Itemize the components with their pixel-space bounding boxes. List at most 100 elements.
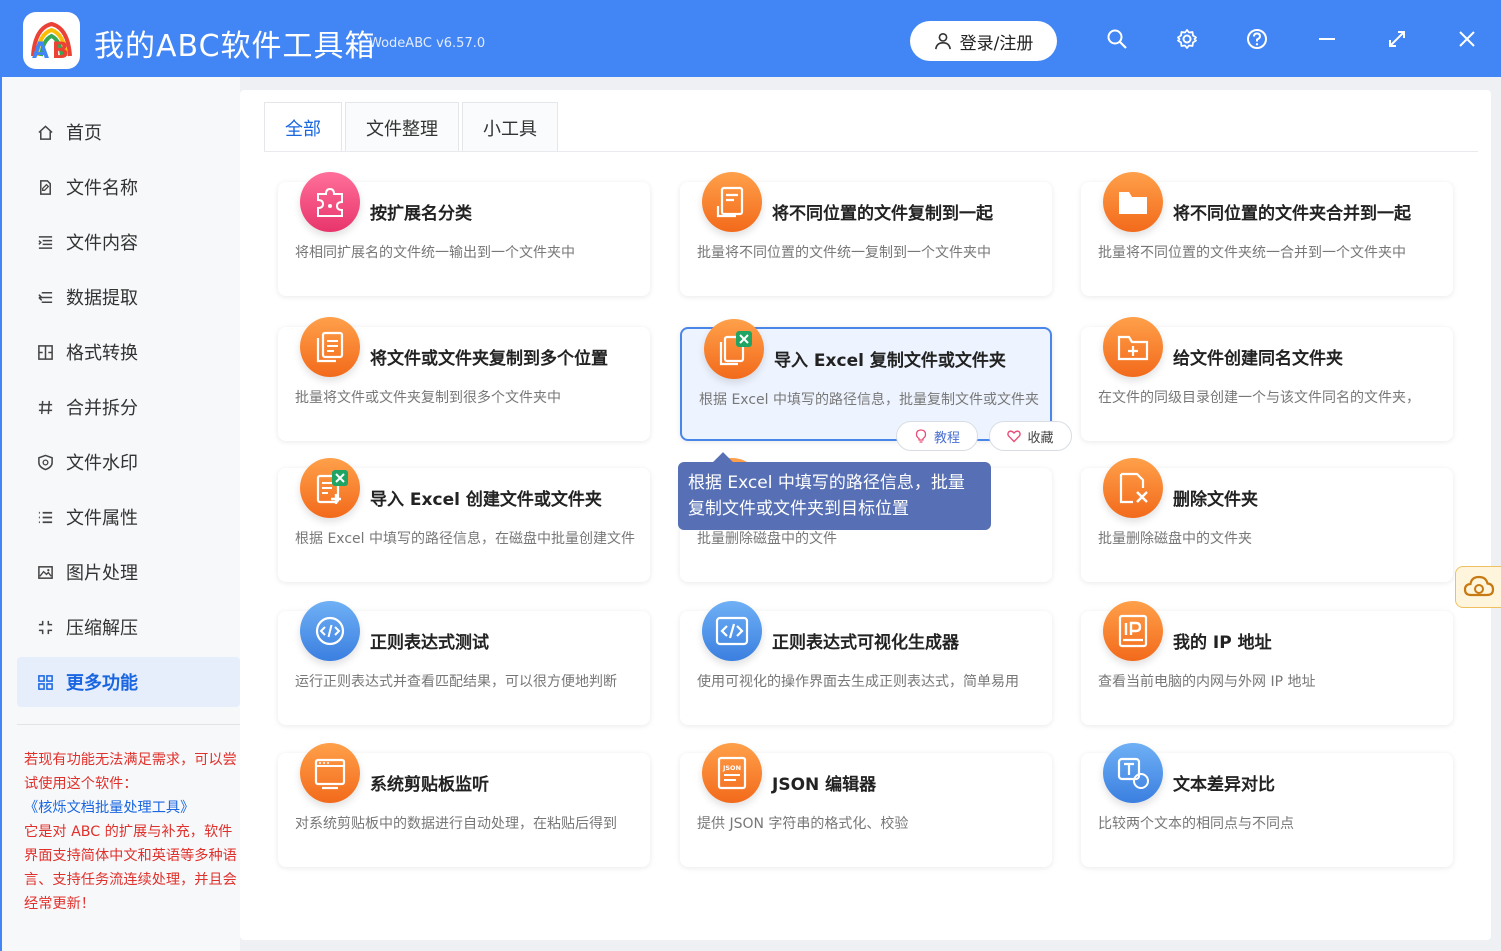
regex-test-icon: [300, 601, 360, 661]
sidebar-item-label: 文件水印: [66, 453, 138, 474]
tool-card[interactable]: 导入 Excel 创建文件或文件夹根据 Excel 中填写的路径信息，在磁盘中批…: [278, 458, 650, 582]
tool-card-title: 系统剪贴板监听: [370, 775, 489, 795]
tool-card[interactable]: 按扩展名分类 将相同扩展名的文件统一输出到一个文件夹中: [278, 172, 650, 296]
sidebar-item-label: 文件名称: [66, 178, 138, 199]
sidebar-item-label: 格式转换: [66, 343, 138, 364]
sidebar-item-label: 图片处理: [66, 563, 138, 584]
search-icon[interactable]: [1104, 26, 1130, 52]
tool-card-title: 将不同位置的文件复制到一起: [772, 204, 993, 224]
tool-card-desc: 批量删除磁盘中的文件夹: [1098, 531, 1252, 547]
tool-card-desc: 批量删除磁盘中的文件: [697, 531, 837, 547]
sidebar-item-home[interactable]: 首页: [17, 107, 240, 157]
image-icon: [35, 562, 55, 582]
tool-card[interactable]: 给文件创建同名文件夹在文件的同级目录创建一个与该文件同名的文件夹，: [1081, 317, 1453, 441]
tab-bar: 全部 文件整理 小工具: [264, 102, 561, 152]
card-tooltip: 根据 Excel 中填写的路径信息，批量复制文件或文件夹到目标位置: [678, 462, 991, 530]
tab-divider: [264, 151, 1478, 152]
promo-line-1: 若现有功能无法满足需求，可以尝试使用这个软件：: [24, 752, 237, 792]
help-icon[interactable]: [1244, 26, 1270, 52]
tool-card-desc: 在文件的同级目录创建一个与该文件同名的文件夹，: [1098, 390, 1420, 406]
tool-card-title: JSON 编辑器: [772, 775, 877, 795]
sidebar-divider: [17, 724, 240, 725]
tool-card-title: 导入 Excel 复制文件或文件夹: [774, 351, 1006, 371]
tab-small-tools[interactable]: 小工具: [462, 102, 558, 152]
tab-file-organize[interactable]: 文件整理: [345, 102, 459, 152]
tool-card[interactable]: 系统剪贴板监听对系统剪贴板中的数据进行自动处理，在粘贴后得到: [278, 743, 650, 867]
settings-icon[interactable]: [1174, 26, 1200, 52]
title-bar: A B 我的ABC软件工具箱 WodeABC v6.57.0 登录/注册: [0, 0, 1501, 77]
promo-link[interactable]: 《核烁文档批量处理工具》: [24, 796, 238, 820]
cloud-icon: [1463, 575, 1494, 597]
sidebar-item-file-name[interactable]: 文件名称: [17, 162, 240, 212]
tool-card-desc: 运行正则表达式并查看匹配结果，可以很方便地判断: [295, 674, 617, 690]
merge-split-icon: [35, 397, 55, 417]
tool-card-title: 给文件创建同名文件夹: [1173, 349, 1343, 369]
app-title: 我的ABC软件工具箱: [94, 29, 376, 64]
tool-card-desc: 根据 Excel 中填写的路径信息，在磁盘中批量创建文件: [295, 531, 635, 547]
sidebar-item-file-attr[interactable]: 文件属性: [17, 492, 240, 542]
tool-card-desc: 使用可视化的操作界面去生成正则表达式，简单易用: [697, 674, 1019, 690]
tool-card[interactable]: 删除文件夹批量删除磁盘中的文件夹: [1081, 458, 1453, 582]
tool-card-desc: 批量将不同位置的文件夹统一合并到一个文件夹中: [1098, 245, 1406, 261]
tool-card-desc: 根据 Excel 中填写的路径信息，批量复制文件或文件夹: [699, 392, 1039, 408]
puzzle-icon: [300, 172, 360, 232]
sidebar-item-watermark[interactable]: 文件水印: [17, 437, 240, 487]
excel-copy-icon: [704, 319, 764, 379]
watermark-icon: [35, 452, 55, 472]
tool-card[interactable]: 将不同位置的文件复制到一起批量将不同位置的文件统一复制到一个文件夹中: [680, 172, 1052, 296]
tool-card[interactable]: JSON JSON 编辑器 提供 JSON 字符串的格式化、校验: [680, 743, 1052, 867]
close-icon[interactable]: [1454, 26, 1480, 52]
sidebar-item-file-content[interactable]: 文件内容: [17, 217, 240, 267]
multi-copy-icon: [300, 317, 360, 377]
tool-card-title: 文本差异对比: [1173, 775, 1275, 795]
tool-card-desc: 对系统剪贴板中的数据进行自动处理，在粘贴后得到: [295, 816, 617, 832]
cloud-float-button[interactable]: [1455, 566, 1501, 608]
tool-card[interactable]: 将文件或文件夹复制到多个位置批量将文件或文件夹复制到很多个文件夹中: [278, 317, 650, 441]
file-attr-icon: [35, 507, 55, 527]
svg-text:A: A: [32, 39, 49, 64]
sidebar-item-compress[interactable]: 压缩解压: [17, 602, 240, 652]
lightbulb-icon: [915, 429, 927, 443]
tab-all[interactable]: 全部: [264, 102, 342, 152]
sidebar-item-format-convert[interactable]: 格式转换: [17, 327, 240, 377]
tool-card-title: 导入 Excel 创建文件或文件夹: [370, 490, 602, 510]
file-content-icon: [35, 232, 55, 252]
tool-card-title: 将文件或文件夹复制到多个位置: [370, 349, 608, 369]
format-convert-icon: [35, 342, 55, 362]
tool-card-desc: 查看当前电脑的内网与外网 IP 地址: [1098, 674, 1316, 690]
sidebar-item-data-extract[interactable]: 数据提取: [17, 272, 240, 322]
heart-icon: [1007, 430, 1022, 443]
app-version: WodeABC v6.57.0: [369, 36, 486, 51]
sidebar-item-label: 文件属性: [66, 508, 138, 529]
login-button[interactable]: 登录/注册: [910, 21, 1057, 61]
file-name-icon: [35, 177, 55, 197]
sidebar-item-image[interactable]: 图片处理: [17, 547, 240, 597]
tool-card-desc: 批量将不同位置的文件统一复制到一个文件夹中: [697, 245, 991, 261]
tutorial-button[interactable]: 教程: [896, 421, 978, 451]
tool-card-title: 删除文件夹: [1173, 490, 1258, 510]
excel-create-icon: [300, 458, 360, 518]
sidebar-item-label: 更多功能: [66, 673, 138, 694]
sidebar-item-label: 压缩解压: [66, 618, 138, 639]
home-icon: [35, 122, 55, 142]
tool-card-title: 我的 IP 地址: [1173, 633, 1272, 653]
promo-line-2: 它是对 ABC 的扩展与补充，软件界面支持简体中文和英语等多种语言、支持任务流连…: [24, 824, 237, 912]
tool-card[interactable]: 将不同位置的文件夹合并到一起 批量将不同位置的文件夹统一合并到一个文件夹中: [1081, 172, 1453, 296]
clipboard-icon: [300, 743, 360, 803]
favorite-label: 收藏: [1027, 430, 1054, 446]
tool-card[interactable]: 我的 IP 地址查看当前电脑的内网与外网 IP 地址: [1081, 601, 1453, 725]
sidebar-promo-note: 若现有功能无法满足需求，可以尝试使用这个软件： 《核烁文档批量处理工具》 它是对…: [24, 748, 238, 916]
tool-card[interactable]: 正则表达式可视化生成器 使用可视化的操作界面去生成正则表达式，简单易用: [680, 601, 1052, 725]
folder-delete-icon: [1103, 458, 1163, 518]
sidebar-item-merge-split[interactable]: 合并拆分: [17, 382, 240, 432]
sidebar-item-more[interactable]: 更多功能: [17, 657, 240, 707]
maximize-icon[interactable]: [1384, 26, 1410, 52]
tool-card-title: 正则表达式测试: [370, 633, 489, 653]
tool-card-desc: 批量将文件或文件夹复制到很多个文件夹中: [295, 390, 561, 406]
folder-icon: [1103, 172, 1163, 232]
favorite-button[interactable]: 收藏: [989, 421, 1072, 451]
tool-card[interactable]: 正则表达式测试运行正则表达式并查看匹配结果，可以很方便地判断: [278, 601, 650, 725]
tool-card[interactable]: 文本差异对比 比较两个文本的相同点与不同点: [1081, 743, 1453, 867]
minimize-icon[interactable]: [1314, 26, 1340, 52]
svg-text:JSON: JSON: [722, 764, 741, 772]
